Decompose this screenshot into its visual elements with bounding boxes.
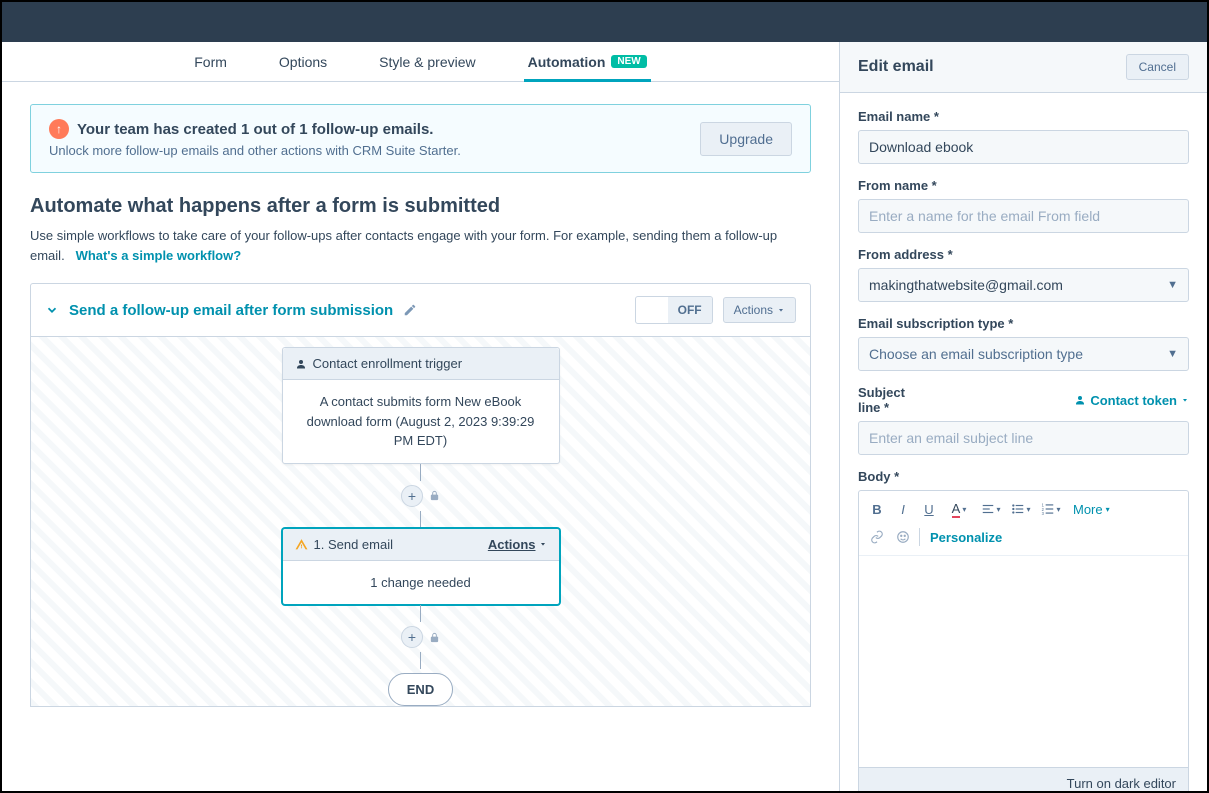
left-pane: Form Options Style & preview Automation …	[2, 42, 840, 791]
add-step-button[interactable]: +	[401, 485, 423, 507]
trigger-card-title: Contact enrollment trigger	[313, 356, 463, 371]
personalize-button[interactable]: Personalize	[924, 525, 1008, 549]
email-name-label: Email name *	[858, 109, 1189, 124]
banner-subtitle: Unlock more follow-up emails and other a…	[49, 143, 686, 158]
tab-style-label: Style & preview	[379, 54, 475, 70]
trigger-card[interactable]: Contact enrollment trigger A contact sub…	[282, 347, 560, 464]
contact-token-label: Contact token	[1090, 393, 1177, 408]
underline-button[interactable]: U	[917, 497, 941, 521]
editor-toolbar: B I U A▾ ▾ ▾ 123▾	[859, 491, 1188, 556]
from-name-input[interactable]	[858, 199, 1189, 233]
pencil-icon[interactable]	[403, 303, 417, 317]
tab-form[interactable]: Form	[190, 42, 231, 81]
caret-down-icon: ▼	[1167, 348, 1178, 360]
connector-line	[420, 464, 421, 481]
end-node: END	[388, 673, 453, 706]
warning-icon	[295, 538, 308, 551]
step-actions-label: Actions	[488, 537, 536, 552]
upgrade-banner: ↑ Your team has created 1 out of 1 follo…	[30, 104, 811, 173]
subscription-type-value: Choose an email subscription type	[869, 346, 1083, 362]
dark-editor-toggle[interactable]: Turn on dark editor	[859, 767, 1188, 791]
text-color-button[interactable]: A▾	[943, 497, 975, 521]
send-email-card-title: 1. Send email	[314, 537, 394, 552]
body-label: Body *	[858, 469, 1189, 484]
subscription-type-label: Email subscription type *	[858, 316, 1189, 331]
connector-line	[420, 605, 421, 622]
edit-email-panel: Edit email Cancel Email name * From name…	[840, 42, 1207, 791]
from-address-value: makingthatwebsite@gmail.com	[869, 277, 1063, 293]
workflow-actions-label: Actions	[734, 303, 773, 317]
section-subtitle: Use simple workflows to take care of you…	[30, 226, 811, 265]
personalize-label: Personalize	[930, 530, 1002, 545]
tab-bar: Form Options Style & preview Automation …	[2, 42, 839, 82]
upgrade-button[interactable]: Upgrade	[700, 122, 792, 156]
workflow-header: Send a follow-up email after form submis…	[30, 283, 811, 337]
workflow-canvas: Contact enrollment trigger A contact sub…	[30, 337, 811, 707]
numbered-list-button[interactable]: 123▾	[1037, 497, 1065, 521]
italic-button[interactable]: I	[891, 497, 915, 521]
editor-textarea[interactable]	[859, 556, 1188, 767]
link-button[interactable]	[865, 525, 889, 549]
subject-line-input[interactable]	[858, 421, 1189, 455]
cancel-button[interactable]: Cancel	[1126, 54, 1189, 80]
panel-title: Edit email	[858, 58, 934, 76]
emoji-button[interactable]	[891, 525, 915, 549]
trigger-card-body: A contact submits form New eBook downloa…	[283, 380, 559, 463]
connector-line	[420, 511, 421, 528]
lock-icon	[429, 632, 440, 643]
from-name-label: From name *	[858, 178, 1189, 193]
caret-down-icon: ▼	[1167, 279, 1178, 291]
contact-icon	[295, 358, 307, 370]
upgrade-arrow-icon: ↑	[49, 119, 69, 139]
tab-options[interactable]: Options	[275, 42, 331, 81]
contact-token-link[interactable]: Contact token	[1074, 393, 1189, 408]
from-address-select[interactable]: makingthatwebsite@gmail.com ▼	[858, 268, 1189, 302]
workflow-title[interactable]: Send a follow-up email after form submis…	[69, 302, 393, 319]
more-button[interactable]: More▾	[1067, 497, 1116, 521]
section-title: Automate what happens after a form is su…	[30, 195, 811, 218]
bullet-list-button[interactable]: ▾	[1007, 497, 1035, 521]
align-button[interactable]: ▾	[977, 497, 1005, 521]
subject-line-label: Subject line *	[858, 385, 918, 415]
lock-icon	[429, 490, 440, 501]
new-badge: NEW	[611, 55, 646, 68]
workflow-actions-button[interactable]: Actions	[723, 297, 796, 323]
send-email-card-body: 1 change needed	[283, 561, 559, 605]
tab-automation-label: Automation	[528, 54, 606, 70]
banner-title: Your team has created 1 out of 1 follow-…	[77, 121, 433, 138]
svg-text:3: 3	[1042, 511, 1045, 516]
subscription-type-select[interactable]: Choose an email subscription type ▼	[858, 337, 1189, 371]
from-address-label: From address *	[858, 247, 1189, 262]
rich-text-editor: B I U A▾ ▾ ▾ 123▾	[858, 490, 1189, 791]
tab-form-label: Form	[194, 54, 227, 70]
add-step-button[interactable]: +	[401, 626, 423, 648]
tab-style[interactable]: Style & preview	[375, 42, 479, 81]
tab-options-label: Options	[279, 54, 327, 70]
send-email-card[interactable]: 1. Send email Actions 1 change needed	[282, 528, 560, 606]
workflow-toggle[interactable]: OFF	[635, 296, 713, 324]
connector-line	[420, 652, 421, 669]
toolbar-separator	[919, 528, 920, 546]
more-label: More	[1073, 502, 1103, 517]
simple-workflow-link[interactable]: What's a simple workflow?	[76, 248, 242, 263]
tab-automation[interactable]: Automation NEW	[524, 42, 651, 81]
bold-button[interactable]: B	[865, 497, 889, 521]
chevron-down-icon[interactable]	[45, 303, 59, 317]
step-actions-link[interactable]: Actions	[488, 537, 547, 552]
toggle-off-label: OFF	[668, 297, 712, 323]
top-app-bar	[2, 2, 1207, 42]
email-name-input[interactable]	[858, 130, 1189, 164]
